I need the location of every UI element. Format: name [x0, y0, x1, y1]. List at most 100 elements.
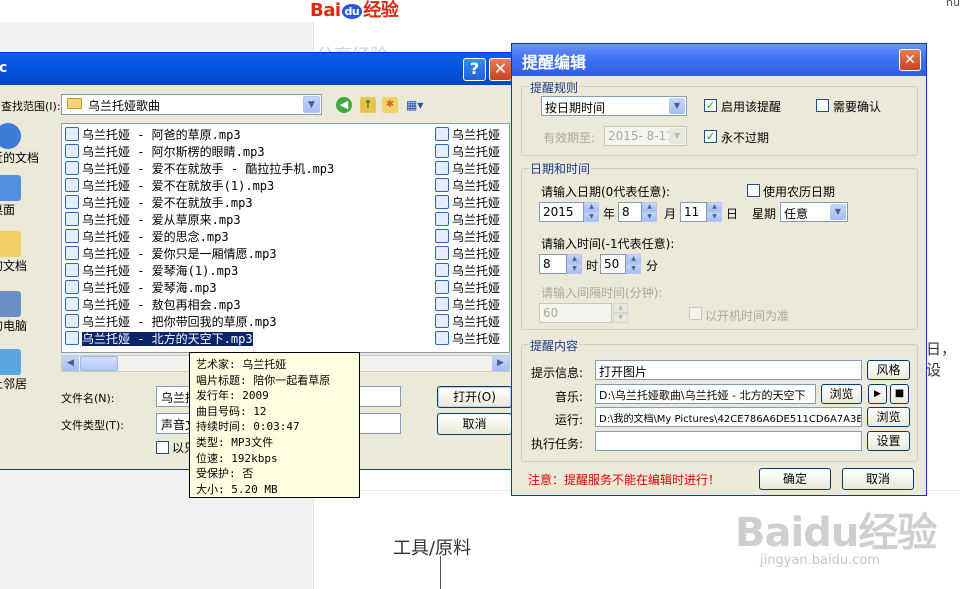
style-button[interactable]: 风格	[867, 360, 910, 380]
interval-spinner[interactable]: ▲ ▼	[613, 303, 628, 323]
spin-up-icon[interactable]: ▲	[567, 254, 582, 264]
place-documents[interactable]: 的文档	[0, 231, 51, 274]
file-item[interactable]: 乌兰托娅 - 阿尔斯楞的眼睛.mp3	[65, 143, 265, 160]
help-button[interactable]: ?	[463, 58, 486, 81]
spin-down-icon[interactable]: ▼	[613, 313, 628, 323]
file-item[interactable]: 乌兰托娅 - 爱琴海.mp3	[65, 279, 217, 296]
spin-down-icon[interactable]: ▼	[584, 212, 599, 222]
file-item[interactable]: 乌兰托娅	[435, 313, 500, 330]
file-item[interactable]: 乌兰托娅	[435, 177, 500, 194]
spin-up-icon[interactable]: ▲	[584, 202, 599, 212]
spin-up-icon[interactable]: ▲	[613, 303, 628, 313]
view-menu-icon[interactable]: ▦▾	[406, 97, 428, 113]
file-item[interactable]: 乌兰托娅	[435, 330, 500, 347]
stop-icon[interactable]: ■	[890, 384, 909, 404]
browse-run-button[interactable]: 浏览	[867, 407, 910, 427]
confirm-checkbox[interactable]	[816, 99, 829, 112]
file-item[interactable]: 乌兰托娅 - 把你带回我的草原.mp3	[65, 313, 277, 330]
spin-down-icon[interactable]: ▼	[626, 264, 641, 274]
hour-spinner[interactable]: ▲ ▼	[567, 254, 582, 274]
month-input[interactable]: 8	[618, 202, 642, 222]
spin-up-icon[interactable]: ▲	[642, 202, 657, 212]
spin-down-icon[interactable]: ▼	[642, 212, 657, 222]
cancel-button[interactable]: 取消	[842, 468, 914, 490]
file-item[interactable]: 乌兰托娅	[435, 228, 500, 245]
up-folder-icon[interactable]: ↑	[360, 97, 376, 113]
file-item[interactable]: 乌兰托娅	[435, 160, 500, 177]
file-item[interactable]: 乌兰托娅 - 爱不在就放手.mp3	[65, 194, 253, 211]
reminder-titlebar[interactable]: 提醒编辑 ✕	[512, 44, 926, 76]
file-item[interactable]: 乌兰托娅 - 爱琴海(1).mp3	[65, 262, 238, 279]
chevron-down-icon[interactable]: ▼	[830, 204, 846, 220]
file-item[interactable]: 乌兰托娅 - 阿爸的草原.mp3	[65, 126, 241, 143]
never-expire-checkbox[interactable]: ✓	[704, 130, 717, 143]
chevron-down-icon[interactable]: ▼	[303, 96, 320, 113]
file-item[interactable]: 乌兰托娅 - 爱从草原来.mp3	[65, 211, 241, 228]
hour-input[interactable]: 8	[539, 254, 567, 274]
file-item[interactable]: 乌兰托娅	[435, 296, 500, 313]
day-spinner[interactable]: ▲ ▼	[707, 202, 722, 222]
hint-input[interactable]: 打开图片	[595, 360, 862, 380]
cancel-button[interactable]: 取消	[437, 413, 512, 435]
place-recent[interactable]: 近的文档	[0, 123, 51, 166]
lunar-checkbox[interactable]	[747, 184, 760, 197]
web-header	[0, 0, 960, 22]
file-item[interactable]: 乌兰托娅	[435, 143, 500, 160]
day-input[interactable]: 11	[680, 202, 707, 222]
open-button[interactable]: 打开(O)	[437, 386, 512, 408]
weekday-select[interactable]: 任意 ▼	[780, 202, 848, 222]
file-item[interactable]: 乌兰托娅	[435, 211, 500, 228]
file-item[interactable]: 乌兰托娅 - 敖包再相会.mp3	[65, 296, 241, 313]
interval-input[interactable]: 60	[539, 303, 612, 323]
close-icon[interactable]: ✕	[899, 49, 921, 71]
lookin-select[interactable]: 乌兰托娅歌曲 ▼	[61, 94, 322, 115]
ok-button[interactable]: 确定	[759, 468, 831, 490]
file-item-selected[interactable]: 乌兰托娅 - 北方的天空下.mp3	[65, 330, 253, 347]
boot-time-checkbox[interactable]	[689, 307, 702, 320]
file-item[interactable]: 乌兰托娅 - 爱不在就放手 - 酷拉拉手机.mp3	[65, 160, 334, 177]
header-link[interactable]: nu	[946, 0, 960, 9]
minute-input[interactable]: 50	[600, 254, 626, 274]
file-item[interactable]: 乌兰托娅 - 爱不在就放手(1).mp3	[65, 177, 274, 194]
close-button[interactable]: ✕	[489, 58, 512, 81]
place-network[interactable]: 上邻居	[0, 349, 51, 392]
scroll-left-icon[interactable]: ◀	[62, 356, 79, 371]
year-spinner[interactable]: ▲ ▼	[584, 202, 599, 222]
chevron-down-icon[interactable]: ▼	[669, 128, 685, 144]
spin-up-icon[interactable]: ▲	[707, 202, 722, 212]
valid-until-select[interactable]: 2015- 8-11 ▼	[604, 126, 687, 146]
baidu-jingyan-logo[interactable]: Bai du 经验	[310, 0, 399, 22]
back-icon[interactable]: ◀	[336, 97, 352, 113]
year-input[interactable]: 2015	[539, 202, 584, 222]
file-item[interactable]: 乌兰托娅 - 爱的思念.mp3	[65, 228, 229, 245]
month-spinner[interactable]: ▲ ▼	[642, 202, 657, 222]
run-input[interactable]: D:\我的文档\My Pictures\42CE786A6DE511CD6A7A…	[595, 407, 862, 427]
file-list[interactable]: 乌兰托娅 - 阿爸的草原.mp3 乌兰托娅 - 阿尔斯楞的眼睛.mp3 乌兰托娅…	[61, 123, 510, 353]
new-folder-icon[interactable]: ✱	[382, 97, 398, 113]
file-name: 乌兰托娅 - 爱你只是一厢情愿.mp3	[82, 247, 277, 261]
file-item[interactable]: 乌兰托娅	[435, 245, 500, 262]
file-dialog-titlebar[interactable]: c ? ✕	[0, 53, 516, 85]
browse-music-button[interactable]: 浏览	[821, 384, 862, 404]
settings-button[interactable]: 设置	[867, 431, 910, 451]
task-input[interactable]	[595, 431, 862, 451]
file-item[interactable]: 乌兰托娅	[435, 194, 500, 211]
scroll-right-icon[interactable]: ▶	[492, 356, 509, 371]
play-icon[interactable]: ▶	[868, 384, 887, 404]
chevron-down-icon[interactable]: ▼	[669, 98, 685, 114]
minute-spinner[interactable]: ▲ ▼	[626, 254, 641, 274]
spin-down-icon[interactable]: ▼	[567, 264, 582, 274]
spin-up-icon[interactable]: ▲	[626, 254, 641, 264]
music-input[interactable]: D:\乌兰托娅歌曲\乌兰托娅 - 北方的天空下	[595, 384, 816, 404]
rule-select[interactable]: 按日期时间 ▼	[541, 96, 687, 116]
file-item[interactable]: 乌兰托娅	[435, 126, 500, 143]
place-computer[interactable]: 的电脑	[0, 291, 51, 334]
readonly-checkbox[interactable]	[156, 441, 169, 454]
file-item[interactable]: 乌兰托娅	[435, 262, 500, 279]
spin-down-icon[interactable]: ▼	[707, 212, 722, 222]
file-item[interactable]: 乌兰托娅	[435, 279, 500, 296]
place-desktop[interactable]: 桌面	[0, 175, 51, 218]
file-item[interactable]: 乌兰托娅 - 爱你只是一厢情愿.mp3	[65, 245, 277, 262]
scroll-thumb[interactable]	[80, 356, 118, 371]
enable-checkbox[interactable]: ✓	[704, 99, 717, 112]
